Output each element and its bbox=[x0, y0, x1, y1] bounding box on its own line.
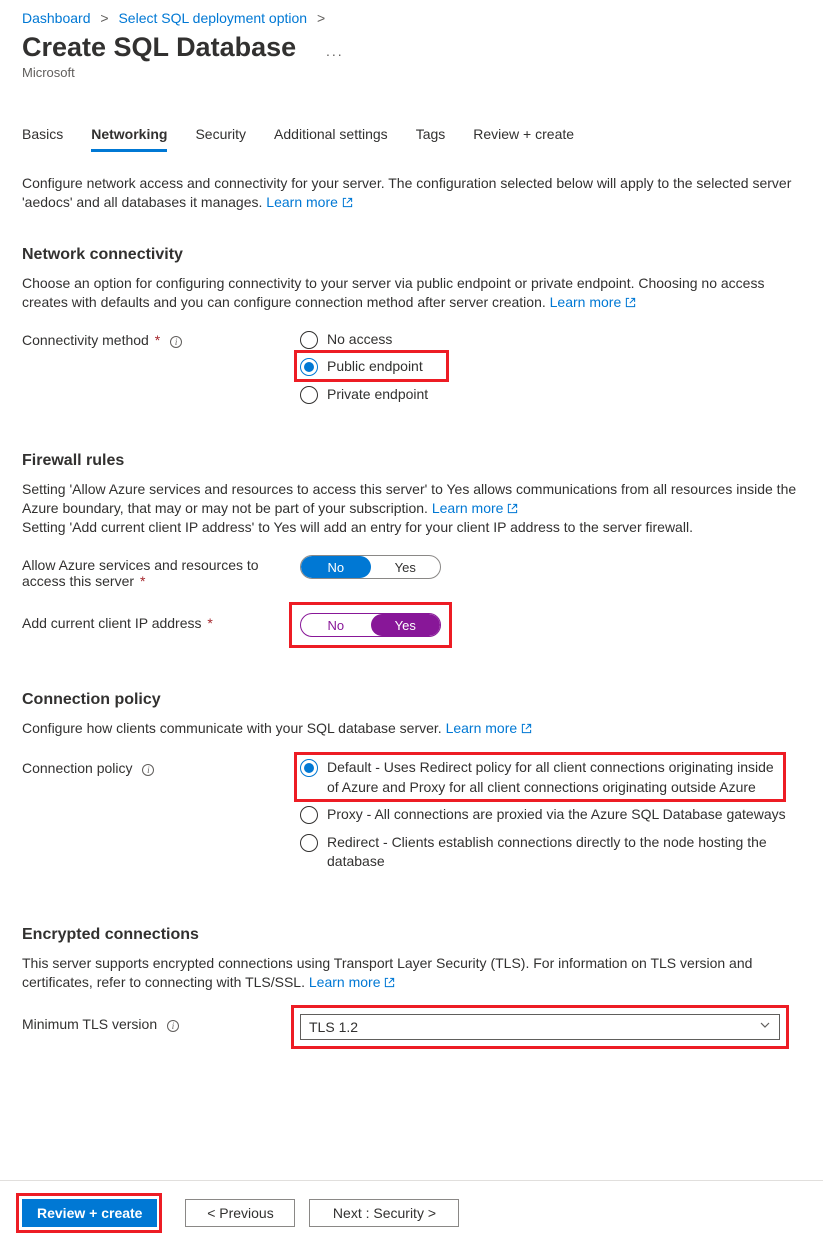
encrypted-connections-heading: Encrypted connections bbox=[22, 926, 801, 944]
breadcrumb-select-deployment[interactable]: Select SQL deployment option bbox=[118, 10, 307, 26]
networking-intro-learn-more-link[interactable]: Learn more bbox=[266, 194, 352, 210]
tab-networking[interactable]: Networking bbox=[91, 122, 167, 152]
allow-azure-yes[interactable]: Yes bbox=[371, 556, 441, 578]
info-icon[interactable]: i bbox=[142, 764, 154, 776]
connection-policy-field: Connection policy i Default - Uses Redir… bbox=[22, 758, 801, 872]
tab-bar: Basics Networking Security Additional se… bbox=[22, 122, 801, 152]
radio-policy-redirect[interactable] bbox=[300, 834, 318, 852]
external-link-icon bbox=[342, 197, 353, 208]
external-link-icon bbox=[625, 297, 636, 308]
network-connectivity-learn-more-link[interactable]: Learn more bbox=[550, 294, 636, 310]
networking-intro: Configure network access and connectivit… bbox=[22, 174, 801, 212]
connection-policy-label: Connection policy bbox=[22, 760, 133, 776]
allow-azure-field: Allow Azure services and resources to ac… bbox=[22, 555, 801, 589]
allow-azure-no[interactable]: No bbox=[301, 556, 371, 578]
info-icon[interactable]: i bbox=[170, 336, 182, 348]
chevron-right-icon: > bbox=[311, 10, 331, 26]
external-link-icon bbox=[507, 503, 518, 514]
radio-policy-proxy-label: Proxy - All connections are proxied via … bbox=[327, 805, 786, 825]
firewall-desc: Setting 'Allow Azure services and resour… bbox=[22, 480, 801, 537]
review-create-button[interactable]: Review + create bbox=[22, 1199, 157, 1227]
connection-policy-heading: Connection policy bbox=[22, 691, 801, 709]
radio-policy-redirect-label: Redirect - Clients establish connections… bbox=[327, 833, 787, 872]
min-tls-field: Minimum TLS version i TLS 1.2 bbox=[22, 1014, 801, 1040]
connection-policy-desc: Configure how clients communicate with y… bbox=[22, 719, 801, 738]
radio-private-endpoint[interactable] bbox=[300, 386, 318, 404]
radio-public-endpoint[interactable] bbox=[300, 358, 318, 376]
min-tls-value: TLS 1.2 bbox=[309, 1019, 358, 1035]
tab-additional-settings[interactable]: Additional settings bbox=[274, 122, 388, 152]
more-dots-icon[interactable]: ... bbox=[300, 43, 344, 59]
add-ip-label: Add current client IP address bbox=[22, 615, 202, 631]
page-title: Create SQL Database bbox=[22, 32, 296, 63]
connection-policy-learn-more-link[interactable]: Learn more bbox=[446, 720, 532, 736]
radio-no-access[interactable] bbox=[300, 331, 318, 349]
external-link-icon bbox=[384, 977, 395, 988]
encrypted-connections-desc: This server supports encrypted connectio… bbox=[22, 954, 801, 992]
required-asterisk: * bbox=[155, 332, 160, 348]
add-ip-yes[interactable]: Yes bbox=[371, 614, 441, 636]
tab-tags[interactable]: Tags bbox=[416, 122, 446, 152]
radio-policy-proxy[interactable] bbox=[300, 806, 318, 824]
tab-basics[interactable]: Basics bbox=[22, 122, 63, 152]
connectivity-method-field: Connectivity method * i No access Public… bbox=[22, 330, 801, 405]
chevron-right-icon: > bbox=[94, 10, 114, 26]
tab-security[interactable]: Security bbox=[195, 122, 246, 152]
encrypted-learn-more-link[interactable]: Learn more bbox=[309, 974, 395, 990]
firewall-rules-heading: Firewall rules bbox=[22, 452, 801, 470]
radio-no-access-label: No access bbox=[327, 330, 392, 350]
radio-private-endpoint-label: Private endpoint bbox=[327, 385, 428, 405]
radio-policy-default[interactable] bbox=[300, 759, 318, 777]
required-asterisk: * bbox=[207, 615, 212, 631]
breadcrumb-dashboard[interactable]: Dashboard bbox=[22, 10, 91, 26]
breadcrumb: Dashboard > Select SQL deployment option… bbox=[22, 0, 801, 30]
info-icon[interactable]: i bbox=[167, 1020, 179, 1032]
radio-public-endpoint-label: Public endpoint bbox=[327, 357, 423, 377]
previous-button[interactable]: < Previous bbox=[185, 1199, 295, 1227]
chevron-down-icon bbox=[759, 1019, 771, 1034]
networking-intro-text: Configure network access and connectivit… bbox=[22, 175, 791, 210]
network-connectivity-heading: Network connectivity bbox=[22, 246, 801, 264]
page-header: Create SQL Database ... Microsoft bbox=[22, 30, 801, 80]
tab-review-create[interactable]: Review + create bbox=[473, 122, 574, 152]
firewall-learn-more-link[interactable]: Learn more bbox=[432, 500, 518, 516]
add-ip-no[interactable]: No bbox=[301, 614, 371, 636]
min-tls-label: Minimum TLS version bbox=[22, 1016, 157, 1032]
add-ip-field: Add current client IP address * No Yes bbox=[22, 613, 801, 637]
add-ip-toggle[interactable]: No Yes bbox=[300, 613, 441, 637]
min-tls-dropdown[interactable]: TLS 1.2 bbox=[300, 1014, 780, 1040]
next-button[interactable]: Next : Security > bbox=[309, 1199, 459, 1227]
network-connectivity-desc: Choose an option for configuring connect… bbox=[22, 274, 801, 312]
publisher-label: Microsoft bbox=[22, 65, 801, 80]
connectivity-method-label: Connectivity method bbox=[22, 332, 149, 348]
allow-azure-toggle[interactable]: No Yes bbox=[300, 555, 441, 579]
required-asterisk: * bbox=[140, 573, 145, 589]
radio-policy-default-label: Default - Uses Redirect policy for all c… bbox=[327, 758, 787, 797]
external-link-icon bbox=[521, 723, 532, 734]
footer-bar: Review + create < Previous Next : Securi… bbox=[0, 1180, 823, 1253]
